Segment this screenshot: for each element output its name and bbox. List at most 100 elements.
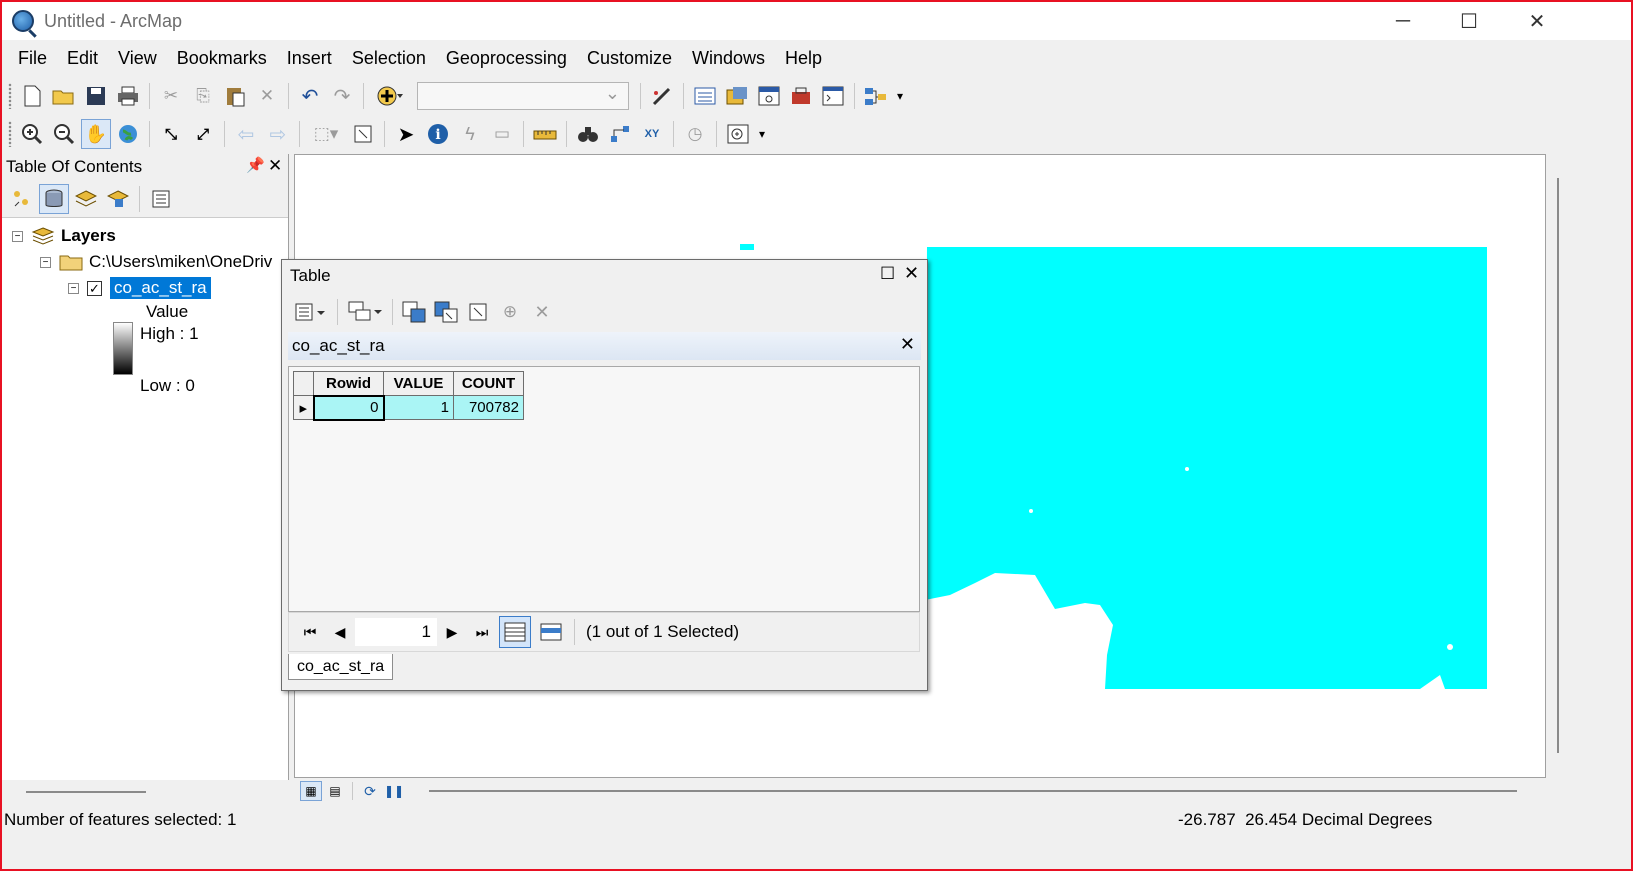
select-features-icon[interactable]: ⬚▾ bbox=[306, 119, 346, 149]
layout-view-icon[interactable]: ▤ bbox=[324, 781, 346, 801]
menu-bookmarks[interactable]: Bookmarks bbox=[167, 44, 277, 73]
delete-selected-icon[interactable]: ✕ bbox=[527, 297, 557, 327]
map-scale-combo[interactable] bbox=[417, 82, 629, 110]
modelbuilder-icon[interactable] bbox=[861, 81, 891, 111]
clear-selection-table-icon[interactable] bbox=[463, 297, 493, 327]
back-extent-icon[interactable]: ⇦ bbox=[231, 119, 261, 149]
layers-node[interactable]: − Layers bbox=[12, 224, 116, 248]
add-data-icon[interactable] bbox=[370, 81, 410, 111]
list-by-source-icon[interactable] bbox=[39, 183, 69, 214]
go-to-xy-icon[interactable]: XY bbox=[637, 119, 667, 149]
toolbar-grip[interactable] bbox=[8, 83, 12, 109]
menu-help[interactable]: Help bbox=[775, 44, 832, 73]
collapse-icon[interactable]: − bbox=[68, 282, 79, 294]
table-row[interactable]: ▸ 0 1 700782 bbox=[293, 394, 524, 421]
layer-name-label[interactable]: co_ac_st_ra bbox=[110, 277, 211, 299]
table-tab-close-icon[interactable]: ✕ bbox=[900, 334, 915, 355]
table-window-titlebar[interactable]: Table ☐ ✕ bbox=[282, 260, 927, 292]
table-close-icon[interactable]: ✕ bbox=[904, 263, 919, 284]
list-by-drawing-order-icon[interactable] bbox=[7, 184, 37, 214]
python-window-icon[interactable] bbox=[818, 81, 848, 111]
create-viewer-window-icon[interactable] bbox=[723, 119, 753, 149]
measure-icon[interactable] bbox=[530, 119, 560, 149]
identify-icon[interactable]: i bbox=[423, 119, 453, 149]
redo-icon[interactable]: ↷ bbox=[327, 81, 357, 111]
current-record-input[interactable]: 1 bbox=[355, 618, 437, 646]
column-header-value[interactable]: VALUE bbox=[383, 371, 454, 396]
select-by-attributes-icon[interactable] bbox=[399, 297, 429, 327]
fixed-zoom-in-icon[interactable]: ⤡ bbox=[156, 119, 186, 149]
full-extent-globe-icon[interactable] bbox=[113, 119, 143, 149]
editor-toolbar-icon[interactable] bbox=[647, 81, 677, 111]
menu-customize[interactable]: Customize bbox=[577, 44, 682, 73]
html-popup-icon[interactable]: ▭ bbox=[487, 119, 517, 149]
refresh-icon[interactable]: ⟳ bbox=[359, 781, 381, 801]
delete-icon[interactable]: ✕ bbox=[252, 81, 282, 111]
zoom-to-selected-icon[interactable]: ⊕ bbox=[495, 297, 525, 327]
folder-node[interactable]: − C:\Users\miken\OneDriv bbox=[40, 250, 272, 274]
menu-geoprocessing[interactable]: Geoprocessing bbox=[436, 44, 577, 73]
select-elements-arrow-icon[interactable]: ➤ bbox=[391, 119, 421, 149]
switch-selection-icon[interactable] bbox=[431, 297, 461, 327]
close-button[interactable]: ✕ bbox=[1502, 2, 1572, 40]
new-document-icon[interactable] bbox=[17, 81, 47, 111]
cut-icon[interactable]: ✂ bbox=[156, 81, 186, 111]
tab-co-ac-st-ra[interactable]: co_ac_st_ra bbox=[288, 654, 394, 680]
time-slider-icon[interactable]: ◷ bbox=[680, 119, 710, 149]
related-tables-icon[interactable] bbox=[344, 297, 386, 327]
toolbar-grip[interactable] bbox=[8, 121, 12, 147]
clear-selection-icon[interactable] bbox=[348, 119, 378, 149]
row-header-corner[interactable] bbox=[293, 371, 314, 396]
toolbar-options-chevron-icon[interactable]: ▾ bbox=[755, 119, 769, 149]
cell-count[interactable]: 700782 bbox=[453, 395, 524, 420]
pan-hand-icon[interactable]: ✋ bbox=[81, 119, 111, 149]
find-binoculars-icon[interactable] bbox=[573, 119, 603, 149]
show-all-records-icon[interactable] bbox=[499, 616, 531, 648]
last-record-icon[interactable]: ⏭ bbox=[467, 624, 497, 641]
pause-drawing-icon[interactable]: ❚❚ bbox=[383, 781, 405, 801]
maximize-button[interactable]: ☐ bbox=[1434, 2, 1504, 40]
find-route-icon[interactable] bbox=[605, 119, 635, 149]
first-record-icon[interactable]: ⏮ bbox=[295, 624, 325, 641]
hyperlink-icon[interactable]: ϟ bbox=[455, 119, 485, 149]
minimize-button[interactable]: ─ bbox=[1368, 2, 1438, 40]
pin-icon[interactable]: 📌 bbox=[246, 156, 265, 174]
row-selector-icon[interactable]: ▸ bbox=[293, 395, 314, 420]
fixed-zoom-out-icon[interactable]: ⤢ bbox=[188, 119, 218, 149]
table-options-icon[interactable] bbox=[291, 297, 331, 327]
cell-rowid[interactable]: 0 bbox=[312, 394, 385, 421]
layer-node[interactable]: − ✓ co_ac_st_ra bbox=[68, 276, 211, 300]
zoom-out-icon[interactable] bbox=[49, 119, 79, 149]
cell-value[interactable]: 1 bbox=[383, 395, 454, 420]
data-view-icon[interactable]: ▦ bbox=[300, 781, 322, 801]
save-icon[interactable] bbox=[81, 81, 111, 111]
arctoolbox-icon[interactable] bbox=[786, 81, 816, 111]
map-horizontal-scrollbar[interactable] bbox=[429, 790, 1517, 792]
menu-selection[interactable]: Selection bbox=[342, 44, 436, 73]
table-maximize-icon[interactable]: ☐ bbox=[880, 264, 895, 284]
undo-icon[interactable]: ↶ bbox=[295, 81, 325, 111]
forward-extent-icon[interactable]: ⇨ bbox=[263, 119, 293, 149]
toc-close-icon[interactable]: ✕ bbox=[268, 156, 282, 176]
menu-view[interactable]: View bbox=[108, 44, 167, 73]
search-window-icon[interactable] bbox=[754, 81, 784, 111]
table-of-contents-icon[interactable] bbox=[690, 81, 720, 111]
open-folder-icon[interactable] bbox=[49, 81, 79, 111]
list-by-selection-icon[interactable] bbox=[103, 184, 133, 214]
toolbar-options-chevron-icon[interactable]: ▾ bbox=[893, 81, 907, 111]
list-by-visibility-icon[interactable] bbox=[71, 184, 101, 214]
next-record-icon[interactable]: ▶ bbox=[437, 624, 467, 641]
layer-visibility-checkbox[interactable]: ✓ bbox=[87, 280, 102, 296]
map-vertical-scrollbar[interactable] bbox=[1546, 154, 1572, 778]
toc-options-icon[interactable] bbox=[146, 184, 176, 214]
menu-edit[interactable]: Edit bbox=[57, 44, 108, 73]
menu-insert[interactable]: Insert bbox=[277, 44, 342, 73]
collapse-icon[interactable]: − bbox=[12, 230, 23, 242]
show-selected-records-icon[interactable] bbox=[535, 616, 567, 648]
print-icon[interactable] bbox=[113, 81, 143, 111]
menu-windows[interactable]: Windows bbox=[682, 44, 775, 73]
previous-record-icon[interactable]: ◀ bbox=[325, 624, 355, 641]
paste-icon[interactable] bbox=[220, 81, 250, 111]
toc-horizontal-scrollbar[interactable] bbox=[2, 780, 289, 804]
copy-icon[interactable]: ⎘ bbox=[188, 81, 218, 111]
